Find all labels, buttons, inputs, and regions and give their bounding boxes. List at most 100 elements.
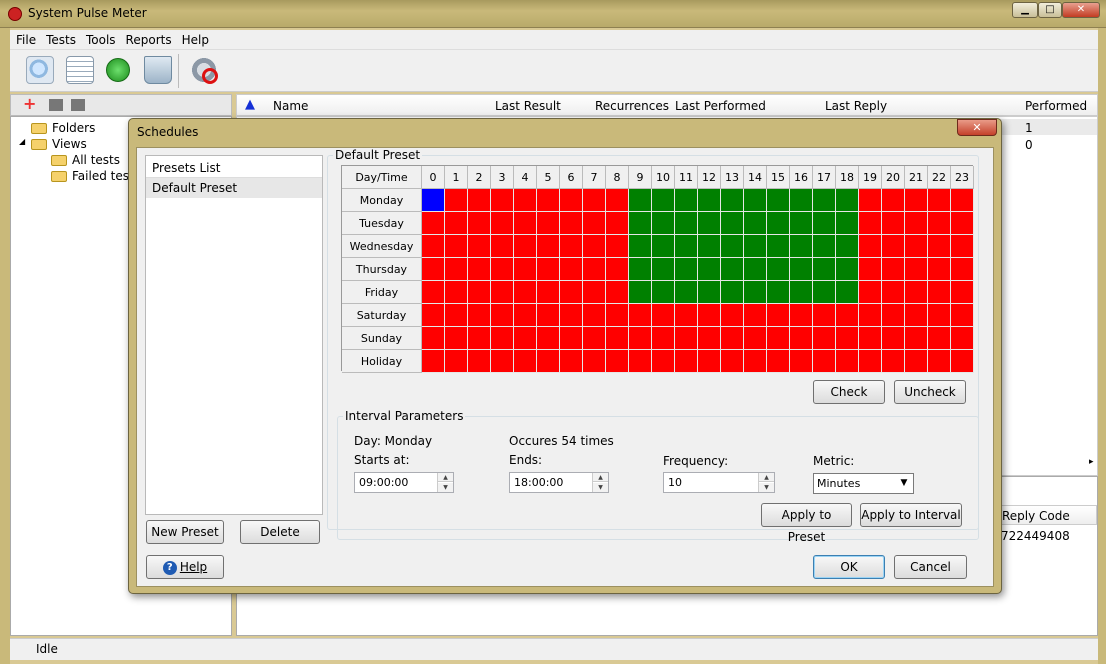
- schedule-cell[interactable]: [836, 304, 859, 327]
- schedule-cell[interactable]: [951, 212, 974, 235]
- schedule-cell[interactable]: [744, 258, 767, 281]
- schedule-cell[interactable]: [629, 189, 652, 212]
- hour-header[interactable]: 2: [468, 166, 491, 189]
- delete-button[interactable]: Delete: [240, 520, 320, 544]
- schedule-cell[interactable]: [882, 281, 905, 304]
- schedule-cell[interactable]: [652, 281, 675, 304]
- schedule-cell[interactable]: [767, 350, 790, 373]
- spin-up-icon[interactable]: ▲: [593, 473, 608, 482]
- schedule-cell[interactable]: [951, 304, 974, 327]
- schedule-cell[interactable]: [813, 327, 836, 350]
- schedule-cell[interactable]: [698, 189, 721, 212]
- schedule-cell[interactable]: [698, 281, 721, 304]
- schedule-cell[interactable]: [468, 304, 491, 327]
- maximize-button[interactable]: □: [1038, 2, 1062, 18]
- schedule-cell[interactable]: [491, 212, 514, 235]
- schedule-cell[interactable]: [905, 258, 928, 281]
- schedule-cell[interactable]: [652, 235, 675, 258]
- hour-header[interactable]: 5: [537, 166, 560, 189]
- schedule-cell[interactable]: [951, 189, 974, 212]
- schedule-cell[interactable]: [468, 212, 491, 235]
- hour-header[interactable]: 4: [514, 166, 537, 189]
- schedule-cell[interactable]: [836, 235, 859, 258]
- schedule-cell[interactable]: [767, 258, 790, 281]
- schedule-cell[interactable]: [514, 281, 537, 304]
- apply-to-interval-button[interactable]: Apply to Interval: [860, 503, 962, 527]
- schedule-cell[interactable]: [905, 212, 928, 235]
- schedule-cell[interactable]: [744, 281, 767, 304]
- menu-tests[interactable]: Tests: [40, 30, 80, 47]
- schedule-cell[interactable]: [468, 235, 491, 258]
- schedule-cell[interactable]: [767, 235, 790, 258]
- spin-down-icon[interactable]: ▼: [759, 483, 774, 492]
- schedule-cell[interactable]: [744, 304, 767, 327]
- hour-header[interactable]: 7: [583, 166, 606, 189]
- schedule-cell[interactable]: [445, 350, 468, 373]
- schedule-cell[interactable]: [468, 327, 491, 350]
- schedule-cell[interactable]: [606, 281, 629, 304]
- schedule-cell[interactable]: [721, 258, 744, 281]
- hour-header[interactable]: 8: [606, 166, 629, 189]
- spin-down-icon[interactable]: ▼: [593, 483, 608, 492]
- schedule-cell[interactable]: [790, 281, 813, 304]
- hour-header[interactable]: 11: [675, 166, 698, 189]
- schedule-cell[interactable]: [491, 258, 514, 281]
- schedule-cell[interactable]: [928, 235, 951, 258]
- schedule-cell[interactable]: [721, 189, 744, 212]
- schedule-cell[interactable]: [790, 212, 813, 235]
- schedule-cell[interactable]: [836, 350, 859, 373]
- schedule-cell[interactable]: [767, 212, 790, 235]
- day-header[interactable]: Wednesday: [342, 235, 422, 258]
- schedule-cell[interactable]: [859, 235, 882, 258]
- hour-header[interactable]: 18: [836, 166, 859, 189]
- schedule-cell[interactable]: [813, 212, 836, 235]
- schedule-cell[interactable]: [836, 258, 859, 281]
- expand-arrow-icon[interactable]: ◢: [19, 137, 25, 146]
- schedule-cell[interactable]: [560, 235, 583, 258]
- schedule-cell[interactable]: [905, 281, 928, 304]
- schedule-cell[interactable]: [675, 327, 698, 350]
- hour-header[interactable]: 15: [767, 166, 790, 189]
- menu-reports[interactable]: Reports: [120, 30, 176, 47]
- schedule-cell[interactable]: [606, 258, 629, 281]
- schedule-cell[interactable]: [491, 235, 514, 258]
- hour-header[interactable]: 0: [422, 166, 445, 189]
- schedule-cell[interactable]: [882, 189, 905, 212]
- schedule-cell[interactable]: [951, 327, 974, 350]
- schedule-cell[interactable]: [951, 235, 974, 258]
- schedule-cell[interactable]: [422, 281, 445, 304]
- tree-item-folders[interactable]: Folders: [31, 121, 95, 135]
- schedule-cell[interactable]: [859, 189, 882, 212]
- schedule-cell[interactable]: [790, 304, 813, 327]
- schedule-cell[interactable]: [514, 304, 537, 327]
- schedule-cell[interactable]: [445, 189, 468, 212]
- schedule-cell[interactable]: [422, 327, 445, 350]
- schedule-cell[interactable]: [583, 350, 606, 373]
- schedule-cell[interactable]: [583, 281, 606, 304]
- schedule-cell[interactable]: [928, 281, 951, 304]
- schedule-cell[interactable]: [698, 212, 721, 235]
- hour-header[interactable]: 6: [560, 166, 583, 189]
- column-last-reply[interactable]: Last Reply: [825, 99, 887, 113]
- help-button[interactable]: ? Help: [146, 555, 224, 579]
- schedule-cell[interactable]: [859, 281, 882, 304]
- new-preset-button[interactable]: New Preset: [146, 520, 224, 544]
- tree-item-views[interactable]: Views: [31, 137, 87, 151]
- schedule-cell[interactable]: [698, 327, 721, 350]
- ends-field[interactable]: ▲▼: [509, 472, 609, 493]
- schedule-cell[interactable]: [905, 350, 928, 373]
- schedule-cell[interactable]: [836, 212, 859, 235]
- schedule-cell[interactable]: [859, 350, 882, 373]
- schedule-cell[interactable]: [422, 212, 445, 235]
- sort-ascending-icon[interactable]: ▲: [245, 97, 255, 112]
- schedule-cell[interactable]: [790, 327, 813, 350]
- hour-header[interactable]: 16: [790, 166, 813, 189]
- schedule-cell[interactable]: [537, 304, 560, 327]
- menu-help[interactable]: Help: [176, 30, 213, 47]
- schedule-cell[interactable]: [905, 304, 928, 327]
- schedule-cell[interactable]: [468, 281, 491, 304]
- hour-header[interactable]: 14: [744, 166, 767, 189]
- settings-disabled-icon[interactable]: [190, 56, 218, 84]
- menu-tools[interactable]: Tools: [80, 30, 120, 47]
- schedule-cell[interactable]: [422, 189, 445, 212]
